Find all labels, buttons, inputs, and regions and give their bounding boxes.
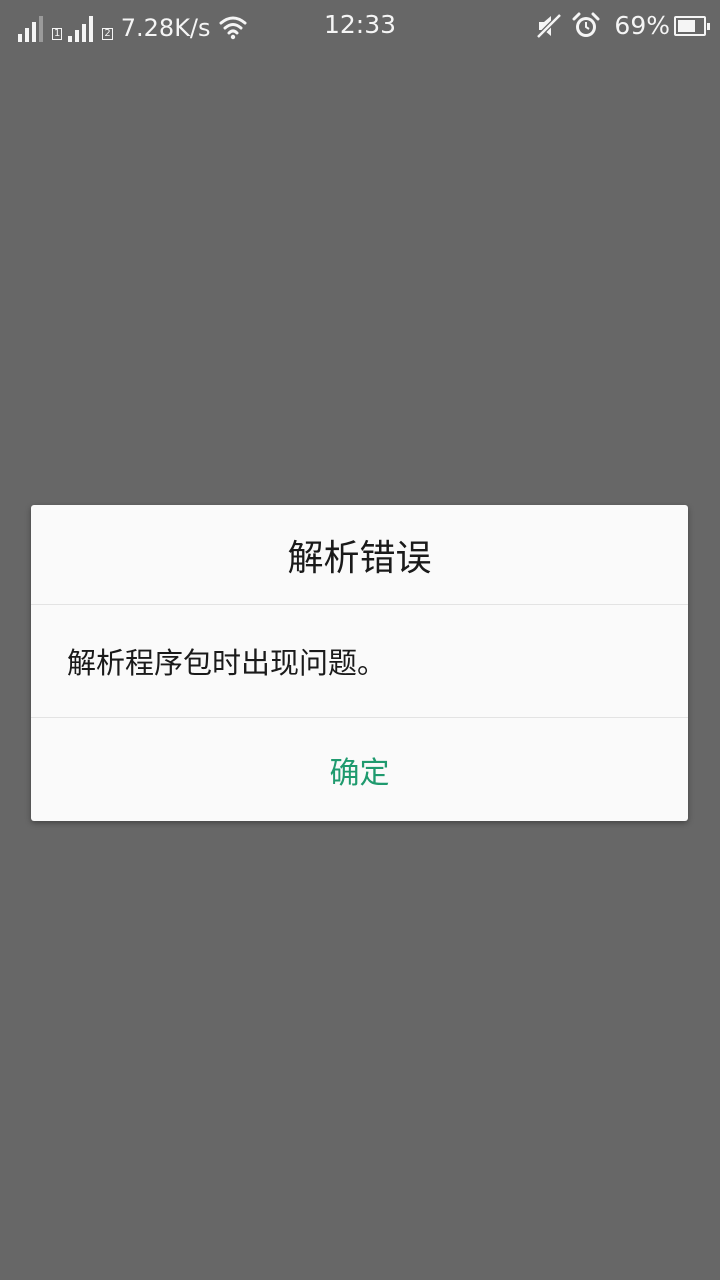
alarm-icon bbox=[572, 12, 600, 37]
parse-error-dialog: 解析错误 解析程序包时出现问题。 确定 bbox=[31, 505, 688, 821]
confirm-button[interactable]: 确定 bbox=[31, 718, 688, 821]
battery-percent: 69% bbox=[614, 11, 670, 40]
battery-fill bbox=[678, 20, 695, 32]
status-right-group: 69% bbox=[526, 10, 710, 42]
dialog-message: 解析程序包时出现问题。 bbox=[31, 605, 688, 718]
battery-icon bbox=[674, 16, 710, 36]
status-bar: 1 2 7.28K/s 12:33 69% bbox=[0, 0, 720, 52]
mute-icon bbox=[536, 13, 563, 39]
screen: 1 2 7.28K/s 12:33 69% 解析错误 解析程序包时出现问题。 确… bbox=[0, 0, 720, 1280]
dialog-title: 解析错误 bbox=[31, 505, 688, 605]
